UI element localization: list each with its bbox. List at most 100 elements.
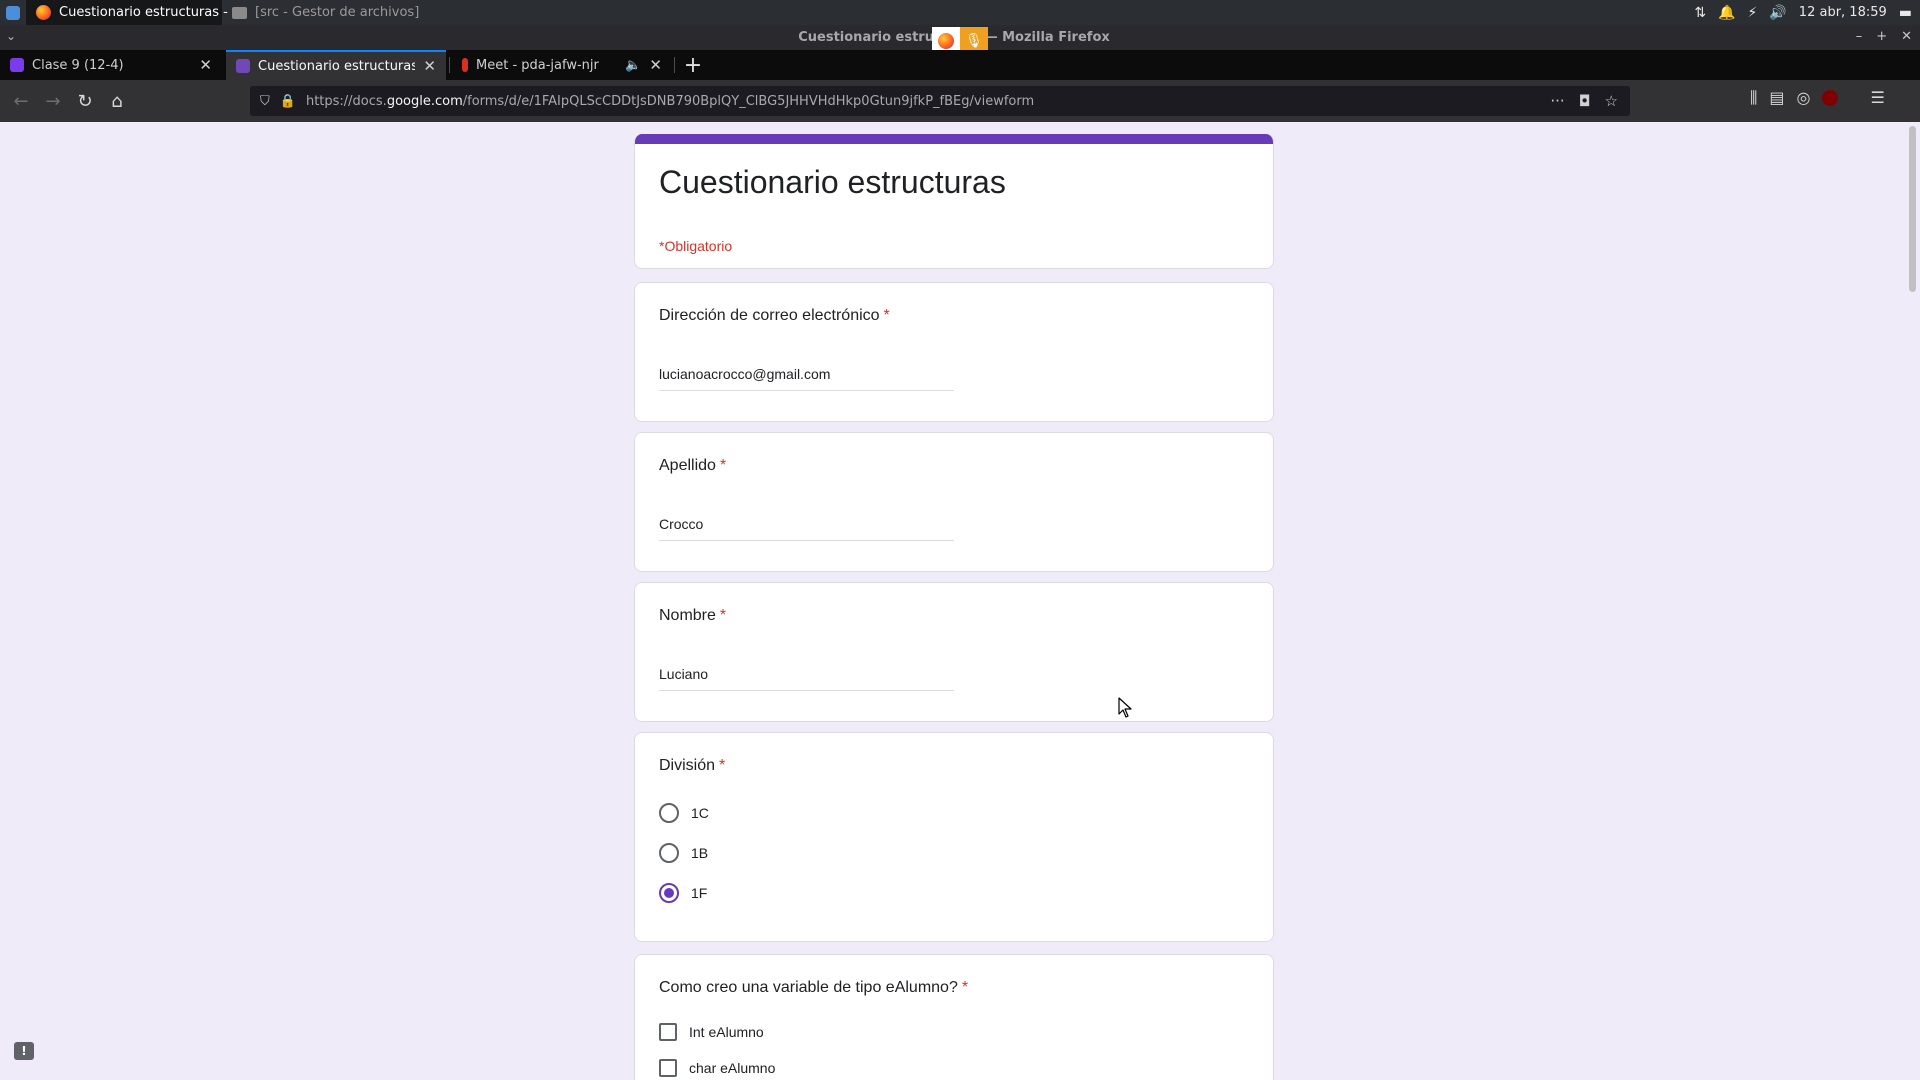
required-asterisk: *: [961, 979, 969, 996]
checkbox[interactable]: [659, 1059, 677, 1077]
required-asterisk: *: [719, 457, 727, 474]
taskbar-task-firefox[interactable]: Cuestionario estructuras - ...: [26, 0, 244, 25]
question-title-text: Nombre: [659, 607, 716, 624]
navigation-toolbar: ← → ↻ ⌂ ⛉ 🔒 https://docs.google.com/form…: [0, 80, 1920, 122]
start-menu-button[interactable]: [0, 0, 26, 25]
question-title: Dirección de correo electrónico *: [659, 307, 890, 325]
window-titlebar: ⌄ Cuestionario estructuras — Mozilla Fir…: [0, 25, 1920, 54]
network-transfer-icon[interactable]: ⇅: [1694, 5, 1706, 21]
form-header-card: Cuestionario estructuras *Obligatorio: [634, 134, 1274, 269]
minimize-button[interactable]: –: [1856, 29, 1863, 44]
question-card-nombre: Nombre * Luciano: [634, 582, 1274, 722]
reload-button[interactable]: ↻: [72, 88, 98, 114]
home-button[interactable]: ⌂: [104, 88, 130, 114]
taskbar-task-file-manager[interactable]: [src - Gestor de archivos]: [222, 0, 522, 25]
question-card-apellido: Apellido * Crocco: [634, 432, 1274, 572]
speaker-icon[interactable]: 🔈: [625, 58, 641, 73]
radio-button[interactable]: [659, 843, 679, 863]
scrollbar-thumb[interactable]: [1909, 126, 1916, 292]
notification-bell-icon[interactable]: 🔔: [1718, 5, 1735, 21]
close-window-button[interactable]: ✕: [1901, 29, 1912, 44]
report-abuse-icon[interactable]: !: [14, 1042, 34, 1060]
taskbar-task-label: [src - Gestor de archivos]: [255, 5, 420, 20]
radio-label: 1C: [691, 805, 709, 821]
radio-label: 1F: [691, 885, 708, 901]
close-tab-icon[interactable]: ✕: [199, 56, 212, 74]
os-taskbar: Cuestionario estructuras - ... [src - Ge…: [0, 0, 1920, 25]
library-icon[interactable]: ⫼: [1750, 88, 1757, 108]
firefox-icon: [938, 32, 954, 49]
required-asterisk: *: [883, 307, 890, 324]
pocket-icon[interactable]: ◘: [1579, 92, 1591, 110]
question-card-variable: Como creo una variable de tipo eAlumno? *…: [634, 954, 1274, 1080]
lock-icon[interactable]: 🔒: [280, 94, 296, 109]
question-title-text: Como creo una variable de tipo eAlumno?: [659, 979, 958, 996]
page-content: Cuestionario estructuras *Obligatorio Di…: [0, 122, 1905, 1080]
mouse-cursor-icon: [1118, 697, 1132, 718]
question-card-email: Dirección de correo electrónico * luciano…: [634, 282, 1274, 422]
new-tab-button[interactable]: +: [680, 52, 706, 78]
taskbar-task-label: Cuestionario estructuras - ...: [59, 5, 245, 20]
tab-label: Clase 9 (12-4): [32, 57, 124, 73]
url-prefix: https://docs.: [305, 93, 387, 109]
question-title: División *: [659, 757, 725, 775]
shield-icon[interactable]: ⛉: [260, 94, 270, 109]
tab-label: Cuestionario estructuras: [258, 58, 416, 74]
sidebar-icon[interactable]: ▤: [1769, 88, 1784, 108]
hamburger-menu-icon[interactable]: ☰: [1870, 88, 1884, 108]
forms-icon: [236, 59, 250, 73]
url-bar[interactable]: ⛉ 🔒 https://docs.google.com/forms/d/e/1F…: [250, 86, 1630, 116]
close-tab-icon[interactable]: ✕: [649, 56, 662, 74]
question-title-text: Dirección de correo electrónico: [659, 307, 880, 324]
recording-icon: [462, 58, 468, 72]
back-button[interactable]: ←: [8, 88, 34, 114]
checkbox-option-char[interactable]: char eAlumno: [659, 1059, 775, 1077]
keyboard-icon[interactable]: ▬: [1899, 5, 1912, 21]
checkbox-label: char eAlumno: [689, 1060, 776, 1076]
nombre-field[interactable]: Luciano: [659, 661, 954, 691]
apellido-field[interactable]: Crocco: [659, 511, 954, 541]
tab-meet[interactable]: Meet - pda-jafw-njr 🔈 ✕: [452, 50, 672, 80]
radio-option-1c[interactable]: 1C: [659, 803, 709, 823]
radio-button[interactable]: [659, 803, 679, 823]
tab-forms[interactable]: Cuestionario estructuras ✕: [226, 50, 446, 80]
radio-option-1f[interactable]: 1F: [659, 883, 707, 903]
firefox-icon: [36, 5, 51, 20]
radio-option-1b[interactable]: 1B: [659, 843, 708, 863]
checkbox-option-int[interactable]: Int eAlumno: [659, 1023, 764, 1041]
email-field[interactable]: lucianoacrocco@gmail.com: [659, 361, 954, 391]
question-title-text: División: [659, 757, 716, 774]
radio-label: 1B: [691, 845, 709, 861]
classroom-icon: [10, 58, 24, 72]
question-title: Nombre *: [659, 607, 726, 625]
page-scrollbar[interactable]: [1905, 122, 1920, 1080]
folder-icon: [232, 6, 247, 19]
checkbox[interactable]: [659, 1023, 677, 1041]
ublock-icon[interactable]: [1822, 90, 1839, 106]
page-actions-icon[interactable]: ···: [1550, 92, 1564, 110]
url-text[interactable]: https://docs.google.com/forms/d/e/1FAIpQ…: [306, 94, 1540, 109]
maximize-button[interactable]: +: [1876, 29, 1887, 44]
url-path: /forms/d/e/1FAIpQLScCDDtJsDNB790BplQY_Cl…: [462, 93, 1035, 109]
tab-separator: [449, 57, 450, 73]
forward-button[interactable]: →: [40, 88, 66, 114]
menu-icon: [6, 5, 20, 20]
question-card-division: División * 1C 1B 1F: [634, 732, 1274, 942]
radio-button-selected[interactable]: [659, 883, 679, 903]
form-title: Cuestionario estructuras: [659, 164, 1006, 200]
volume-icon[interactable]: 🔊: [1769, 5, 1786, 21]
required-asterisk: *: [719, 757, 726, 774]
question-title-text: Apellido: [659, 457, 716, 474]
required-note: *Obligatorio: [659, 238, 733, 254]
bookmark-star-icon[interactable]: ☆: [1605, 92, 1618, 110]
tab-strip: Clase 9 (12-4) ✕ Cuestionario estructura…: [0, 50, 1920, 80]
required-asterisk: *: [719, 607, 727, 624]
tab-label: Meet - pda-jafw-njr: [476, 57, 599, 73]
power-icon[interactable]: ⚡: [1748, 5, 1758, 21]
tab-classroom[interactable]: Clase 9 (12-4) ✕: [0, 50, 222, 80]
account-icon[interactable]: ◎: [1797, 88, 1811, 108]
url-host: google.com: [386, 93, 463, 109]
clock[interactable]: 12 abr, 18:59: [1799, 5, 1887, 20]
close-tab-icon[interactable]: ✕: [423, 57, 436, 75]
checkbox-label: Int eAlumno: [689, 1024, 764, 1040]
